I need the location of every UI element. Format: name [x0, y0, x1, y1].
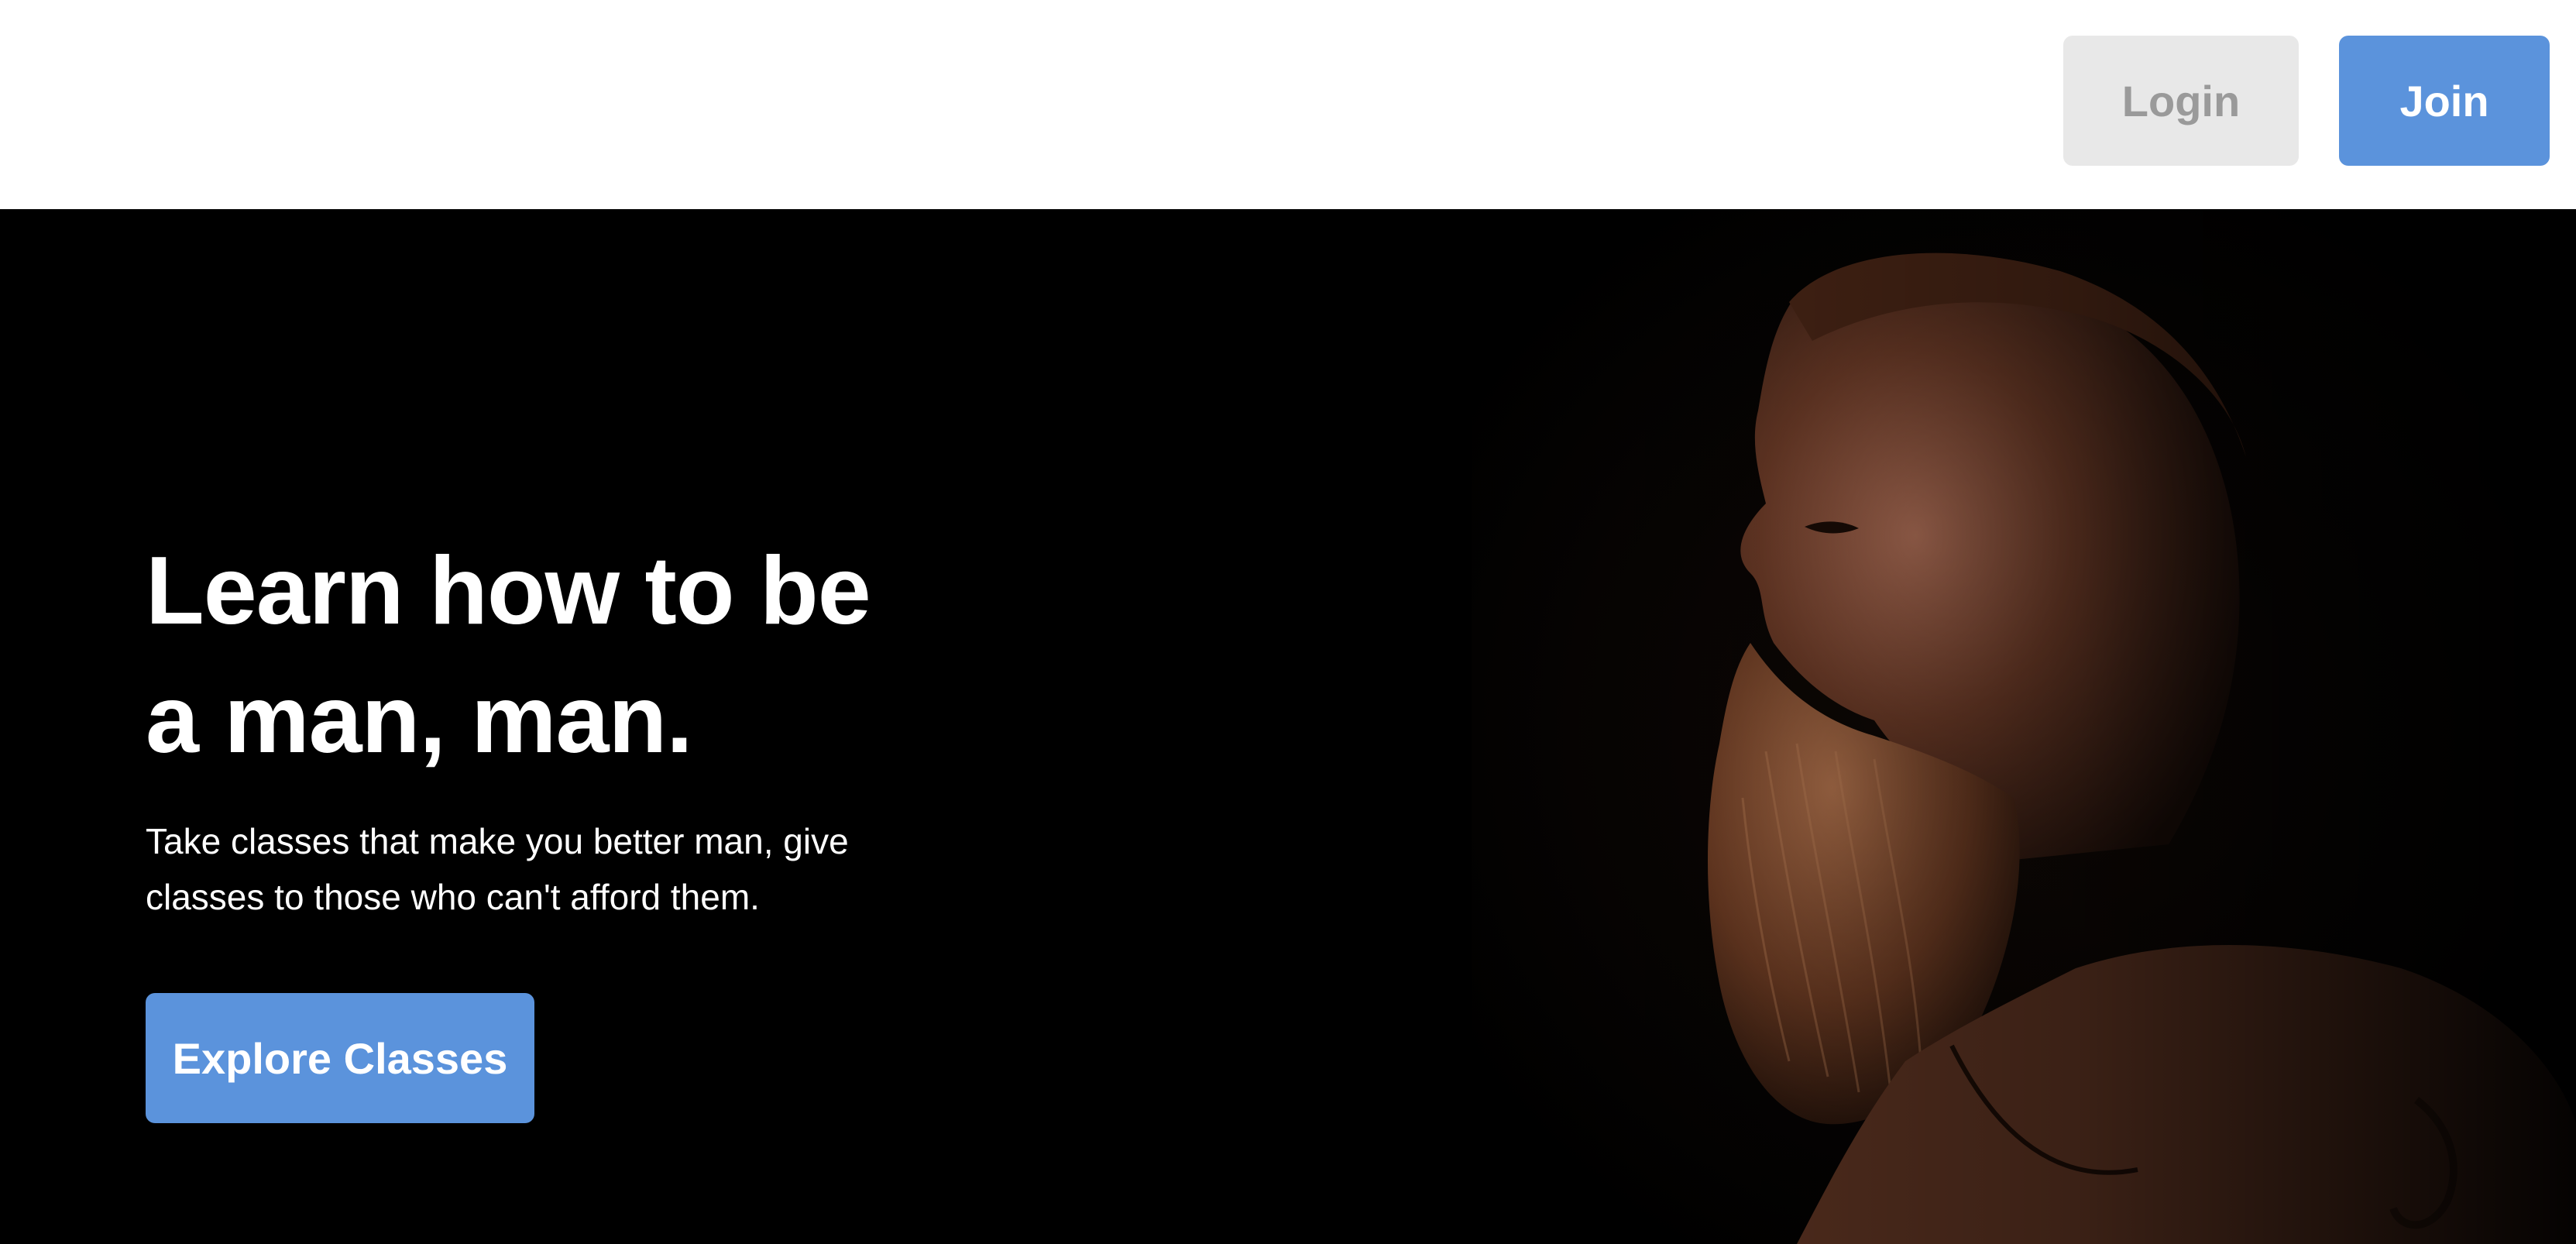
hero-photo — [1472, 209, 2576, 1244]
top-navigation-bar: Login Join — [0, 0, 2576, 209]
hero-subtitle-line-1: Take classes that make you better man, g… — [146, 821, 849, 861]
explore-classes-button[interactable]: Explore Classes — [146, 993, 534, 1123]
hero-section: Learn how to be a man, man. Take classes… — [0, 209, 2576, 1244]
hero-title-line-1: Learn how to be — [146, 538, 871, 644]
join-button[interactable]: Join — [2339, 36, 2550, 166]
hero-subtitle: Take classes that make you better man, g… — [146, 813, 905, 925]
login-button[interactable]: Login — [2063, 36, 2299, 166]
hero-subtitle-line-2: classes to those who can't afford them. — [146, 877, 760, 917]
hero-title-line-2: a man, man. — [146, 666, 693, 773]
hero-title: Learn how to be a man, man. — [146, 527, 998, 784]
